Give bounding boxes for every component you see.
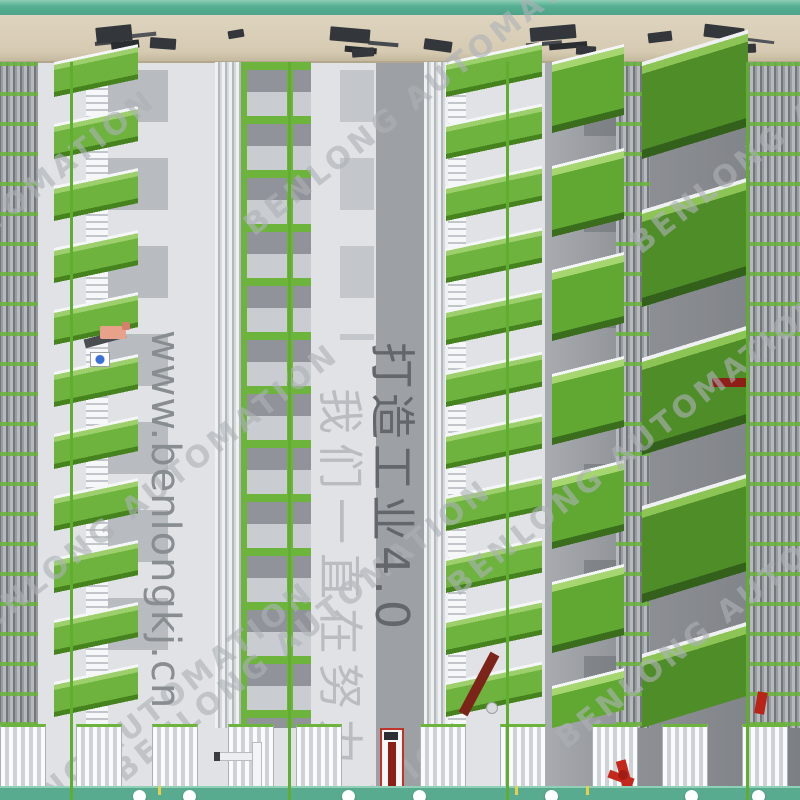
rack-upright: [70, 62, 73, 800]
machine-station: [662, 724, 708, 788]
rack-upright: [288, 62, 291, 800]
yellow-post: [158, 786, 161, 795]
bottom-teal-band: [0, 786, 800, 800]
floor-marker: [342, 790, 355, 800]
red-robot-arm: [388, 742, 396, 786]
rack-upright: [746, 62, 749, 800]
floor-marker: [545, 790, 558, 800]
machinery-cluster: [352, 47, 375, 58]
green-panel-stack: [552, 44, 624, 728]
machine-station: [420, 724, 466, 788]
floor-marker: [685, 790, 698, 800]
machine-station: [152, 724, 198, 788]
rack-upright: [506, 62, 509, 800]
machine-station: [296, 724, 342, 788]
white-robot-gripper: [214, 752, 220, 761]
yellow-post: [586, 786, 589, 795]
yellow-post: [515, 786, 518, 795]
rack-column-4: [424, 62, 544, 728]
green-panel-stack: [446, 42, 542, 728]
machine-station: [76, 724, 122, 788]
machine-station: [0, 724, 46, 788]
machinery-cluster: [150, 37, 177, 50]
logo-badge: [90, 352, 110, 367]
website-url-text: www.benlongkj.cn: [142, 330, 188, 709]
rack-shadow-strip: [340, 70, 374, 340]
warehouse-render: BENLONG AUTOMATION BENLONG AUTOMATION BE…: [0, 0, 800, 800]
red-robot-gripper: [384, 732, 398, 740]
red-robot-joint: [618, 770, 628, 780]
floor-marker: [133, 790, 146, 800]
floor-marker: [413, 790, 426, 800]
pink-robot-joint: [122, 322, 130, 330]
floor-marker: [752, 790, 765, 800]
conveyor-end-disc: [486, 702, 498, 714]
top-teal-strip: [0, 0, 800, 15]
floor-marker: [183, 790, 196, 800]
slogan-working-hard: 我们一直在努力: [310, 388, 376, 773]
